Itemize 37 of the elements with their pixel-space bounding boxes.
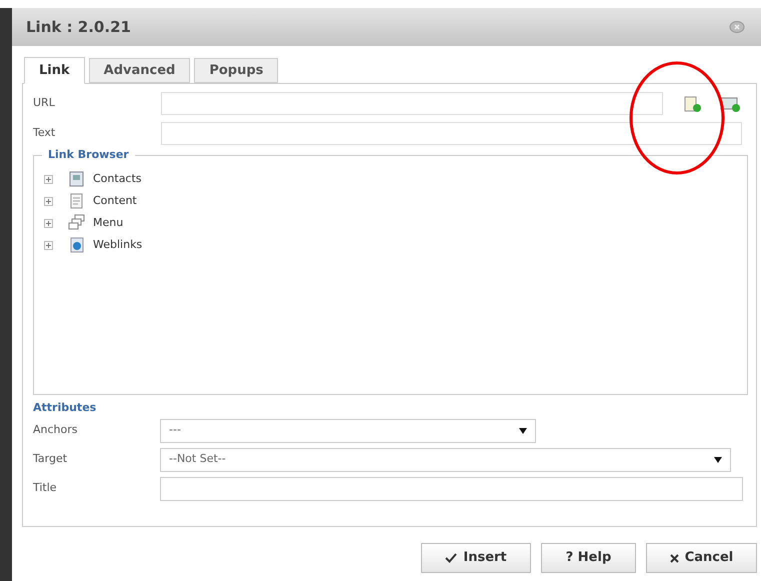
check-icon [445,553,458,563]
window-title: Link : 2.0.21 [26,16,131,38]
close-icon [670,554,679,562]
url-field[interactable] [161,92,663,115]
field-label: Text [33,125,56,142]
field-label: Anchors [33,422,78,438]
text-field[interactable] [161,122,742,145]
cancel-button[interactable]: Cancel [646,543,757,573]
close-icon[interactable] [729,20,745,34]
caret-icon [714,456,722,462]
tree-item[interactable]: Contacts [93,170,142,188]
title-field[interactable] [160,476,743,500]
caret-icon [519,428,527,434]
field-label: Title [33,480,58,496]
card-icon [67,170,85,188]
dropdown-value: --Not Set-- [169,451,226,468]
tab[interactable]: Popups [194,58,278,83]
section-title: Attributes [33,400,98,416]
expand-icon[interactable] [44,240,53,250]
field-label: URL [33,95,56,112]
windows-icon [67,214,85,232]
dropdown[interactable]: --- [160,418,536,442]
dropdown-value: --- [169,422,181,438]
tab[interactable]: Advanced [88,58,190,83]
tree-item[interactable]: Weblinks [93,236,142,254]
tree-item[interactable]: Content [93,192,137,210]
expand-icon[interactable] [44,196,53,206]
image-add-icon[interactable] [719,94,741,112]
expand-icon[interactable] [44,174,53,184]
help-button[interactable]: ? Help [541,543,636,573]
page-add-icon[interactable] [683,94,703,112]
dropdown[interactable]: --Not Set-- [160,448,731,472]
expand-icon[interactable] [44,218,53,228]
insert-button[interactable]: Insert [421,543,531,573]
tab[interactable]: Link [24,57,85,84]
tree-item[interactable]: Menu [93,214,124,232]
field-label: Target [33,451,68,468]
